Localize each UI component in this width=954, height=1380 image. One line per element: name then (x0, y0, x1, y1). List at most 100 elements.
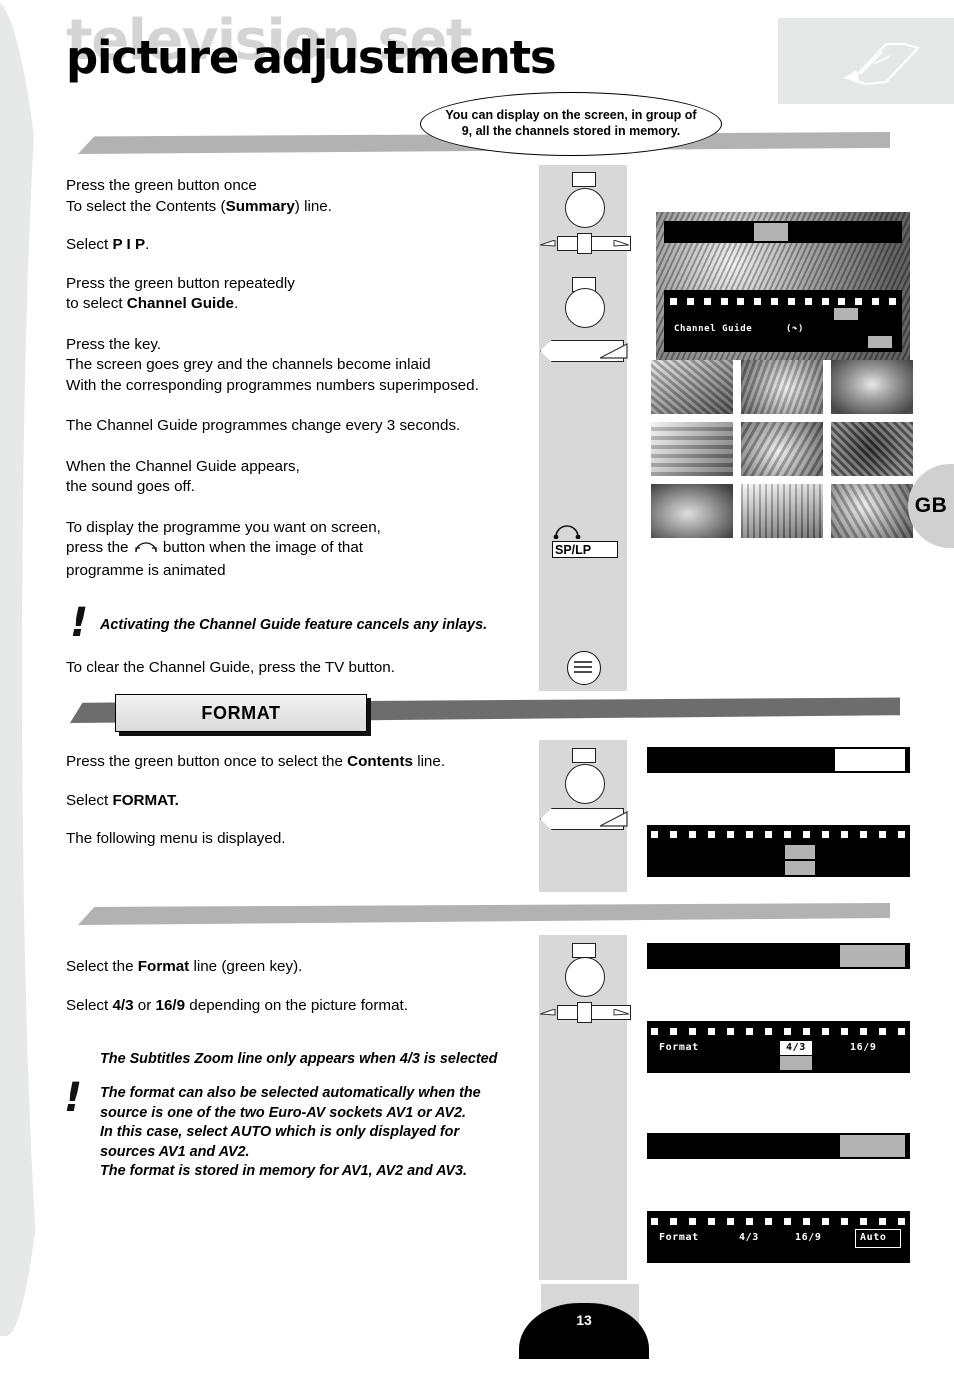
arrow-key-tail-icon (599, 342, 628, 364)
cursor-bar-knob-icon-2[interactable] (577, 1002, 592, 1023)
s3-note2-line4: sources AV1 and AV2. (100, 1143, 250, 1160)
s1-p4-line1: Press the key. (66, 335, 162, 353)
s1-p3-line1: Press the green button repeatedly (66, 274, 295, 292)
section2-text: Press the green button once to select th… (66, 752, 526, 850)
section3-note-2: The format can also be selected automati… (100, 1084, 530, 1182)
paragraph-5: The Channel Guide programmes change ever… (66, 416, 526, 437)
warning-bang-icon-2: ! (64, 1075, 83, 1121)
thumbnail-4[interactable] (651, 422, 733, 476)
osd4-option-auto[interactable]: Auto (860, 1232, 886, 1243)
osd3-format-label: Format (659, 1042, 699, 1053)
green-button-icon[interactable] (565, 188, 605, 228)
osd4-dot-row (651, 1218, 905, 1225)
thumbnail-2[interactable] (741, 360, 823, 414)
s1-p2-post: . (145, 236, 150, 253)
osd-title-highlight (754, 223, 788, 241)
thumbnail-3[interactable] (831, 360, 913, 414)
s1-p6-line2: the sound goes off. (66, 478, 195, 495)
paragraph-3: Press the green button repeatedly to sel… (66, 274, 526, 315)
warning-bang-icon-1: ! (70, 600, 89, 646)
osd-menu-highlight-1 (834, 308, 858, 320)
osd4-option-4-3[interactable]: 4/3 (739, 1232, 759, 1243)
s1-p7-line2-post: button when the image of that (158, 539, 364, 556)
thumbnail-9[interactable] (831, 484, 913, 538)
s2-p1-bold: Contents (347, 753, 413, 770)
s1-closing-text: To clear the Channel Guide, press the TV… (66, 659, 395, 676)
paragraph-6: When the Channel Guide appears, the soun… (66, 457, 526, 498)
s3-p1-post: line (green key). (189, 958, 303, 975)
osd2-title-highlight (835, 749, 905, 771)
osd2-highlight-2 (785, 861, 815, 875)
s2-paragraph-3: The following menu is displayed. (66, 830, 286, 847)
green-button-cap-icon-3[interactable] (572, 748, 596, 763)
s3-p2-mid: or (133, 996, 156, 1014)
s1-p3-line2-post: . (233, 295, 239, 312)
osd4-title-highlight (840, 1135, 905, 1157)
osd3-option-16-9[interactable]: 16/9 (850, 1042, 876, 1053)
paragraph-4: Press the key. The screen goes grey and … (66, 335, 526, 397)
cursor-bar-knob-icon[interactable] (577, 233, 592, 254)
osd3-option-4-3[interactable]: 4/3 (786, 1042, 806, 1053)
thumbnail-7[interactable] (651, 484, 733, 538)
osd3-dot-row (651, 1028, 905, 1035)
language-tab-gb: GB (908, 464, 954, 548)
page-title: picture adjustments (66, 31, 557, 84)
osd-format-empty (647, 747, 910, 877)
cursor-right-arrow-icon-2 (613, 1006, 630, 1024)
s1-p2-bold: P I P (112, 236, 146, 253)
channel-guide-thumbnail-grid (651, 360, 913, 538)
s1-p4-line3: With the corresponding programmes number… (66, 376, 479, 394)
s3-note2-line5: The format is stored in memory for AV1, … (100, 1163, 468, 1179)
osd4-format-label: Format (659, 1232, 699, 1243)
s3-note2-line3: In this case, select AUTO which is only … (100, 1124, 460, 1140)
osd2-dot-row (651, 831, 905, 838)
format-section-banner: FORMAT (115, 694, 367, 732)
osd-menu-highlight-2 (868, 336, 892, 348)
s3-p2-post: depending on the picture format. (185, 996, 408, 1014)
s3-p1-pre: Select the (66, 958, 138, 975)
green-button-cap-icon-4[interactable] (572, 943, 596, 958)
green-button-cap-icon[interactable] (572, 172, 596, 187)
paragraph-7: To display the programme you want on scr… (66, 518, 526, 582)
s1-p7-line2-pre: press the (66, 539, 133, 556)
callout-bubble: You can display on the screen, in group … (420, 92, 722, 156)
section-divider-bottom (78, 903, 890, 925)
section1-text: Press the green button once To select th… (66, 176, 526, 581)
osd3-title-highlight (840, 945, 905, 967)
section1-note: Activating the Channel Guide feature can… (100, 617, 488, 633)
s1-p1-line2-pre: To select the Contents ( (66, 197, 226, 215)
s1-p7-line1: To display the programme you want on scr… (66, 518, 381, 536)
callout-line-2: 9, all the channels stored in memory. (461, 124, 681, 138)
callout-text: You can display on the screen, in group … (427, 108, 714, 139)
s1-p1-line2-post: ) line. (294, 197, 332, 215)
osd4-option-16-9[interactable]: 16/9 (795, 1232, 821, 1243)
inline-tv-button-icon (133, 540, 159, 561)
green-button-icon-4[interactable] (565, 957, 605, 997)
osd-dot-row (670, 298, 896, 305)
section3-note-1: The Subtitles Zoom line only appears whe… (100, 1051, 498, 1067)
thumbnail-1[interactable] (651, 360, 733, 414)
section1-closing: To clear the Channel Guide, press the TV… (66, 658, 526, 679)
cursor-left-arrow-icon (539, 237, 556, 255)
splp-button-icon[interactable]: SP/LP (552, 541, 618, 558)
arrow-key-tail-icon-2 (599, 810, 628, 832)
osd-channel-guide-symbol: (↷) (786, 324, 805, 334)
thumbnail-8[interactable] (741, 484, 823, 538)
osd3-selected-underbox (780, 1056, 812, 1070)
thumbnail-5[interactable] (741, 422, 823, 476)
s1-p1-line1: Press the green button once (66, 177, 257, 194)
s1-p1-bold: Summary (225, 197, 295, 215)
osd2-highlight-1 (785, 845, 815, 859)
section3-text: Select the Format line (green key). Sele… (66, 957, 536, 1016)
thumbnail-6[interactable] (831, 422, 913, 476)
green-button-icon-2[interactable] (565, 288, 605, 328)
s2-paragraph-1: Press the green button once to select th… (66, 752, 526, 773)
s2-p1-pre: Press the green button once to select th… (66, 753, 348, 770)
s1-p3-bold: Channel Guide (126, 295, 234, 312)
s2-p1-post: line. (412, 753, 446, 770)
green-button-icon-3[interactable] (565, 764, 605, 804)
paragraph-1: Press the green button once To select th… (66, 176, 526, 217)
language-tab-label: GB (914, 494, 948, 517)
s3-p1-bold: Format (137, 958, 190, 975)
s2-p2-bold: FORMAT. (112, 791, 179, 809)
